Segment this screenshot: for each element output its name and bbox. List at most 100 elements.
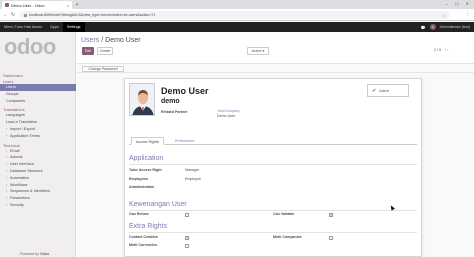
section-application: Application — [129, 155, 164, 162]
breadcrumb-users[interactable]: Users — [81, 37, 99, 44]
sidebar-item-label: Sequences & Identifiers — [10, 189, 51, 194]
topmenu-settings[interactable]: Settings — [62, 22, 85, 32]
form-tabs: Access Rights Preferences — [129, 137, 417, 145]
active-label: Active — [379, 88, 389, 93]
url-text: localhost:8069/web?debug#id=5&view_type=… — [29, 13, 156, 17]
sidebar-item-email[interactable]: › Email — [0, 148, 76, 155]
tutor-access-label: Tutor Access Right — [129, 168, 162, 172]
section-extra-rights: Extra Rights — [129, 223, 168, 230]
browser-menu-icon[interactable]: ⋮ — [465, 12, 470, 17]
sidebar-item-label: Parameters — [10, 196, 30, 201]
browser-tabstrip: Demo User - Odoo × + – ☐ ✕ — [0, 0, 474, 9]
sidebar-item-import-export[interactable]: › Import / Export — [0, 126, 76, 133]
can-validate-checkbox[interactable] — [329, 213, 333, 217]
sidebar-item-load-translation[interactable]: Load a Translation — [0, 119, 76, 126]
tab-preferences[interactable]: Preferences — [171, 137, 198, 145]
pager-value[interactable]: 2 / 9 — [434, 48, 441, 52]
administration-label: Administration — [129, 185, 155, 189]
create-button[interactable]: Create — [97, 47, 113, 55]
employees-select[interactable]: Employee — [185, 177, 201, 181]
check-icon: ✔ — [372, 87, 377, 94]
chat-icon[interactable]: 💬 — [421, 25, 426, 30]
multi-companies-label: Multi Companies — [273, 235, 302, 239]
breadcrumb: Users / Demo User — [81, 37, 141, 44]
sidebar-item-security[interactable]: › Security — [0, 202, 76, 209]
related-partner-name: Demo User — [217, 114, 236, 118]
window-controls[interactable]: – ☐ ✕ — [446, 1, 472, 6]
sidebar-nav: Dashboard Users Users Groups Companies T… — [0, 72, 76, 209]
sidebar-item-label: Application Terms — [10, 133, 40, 138]
sidebar-item-label: Automation — [10, 175, 30, 180]
user-name: Demo User — [161, 86, 209, 96]
section-divider — [129, 210, 417, 211]
user-avatar[interactable]: A — [429, 24, 436, 30]
contact-creation-label: Contact Creation — [129, 235, 158, 239]
section-kewenangan-user: Kewenangan User — [129, 201, 187, 208]
sidebar-item-workflows[interactable]: › Workflows — [0, 182, 76, 189]
edit-button[interactable]: Edit — [82, 47, 94, 55]
tab-access-rights[interactable]: Access Rights — [131, 137, 164, 145]
sidebar-item-users[interactable]: Users — [0, 84, 76, 91]
breadcrumb-current: Demo User — [105, 37, 141, 44]
new-tab-button[interactable]: + — [74, 2, 80, 8]
powered-by[interactable]: Powered by Odoo — [20, 252, 49, 256]
section-divider — [129, 164, 417, 165]
info-icon[interactable] — [24, 13, 27, 17]
breadcrumb-separator: / — [101, 37, 104, 44]
control-panel: Users / Demo User Edit Create Action ▾ 2… — [77, 32, 474, 64]
form-sheet: ✔ Active Demo User demo Related Partner … — [124, 78, 422, 257]
sidebar-item-label: Actions — [10, 155, 23, 160]
user-menu[interactable]: Administrator (test) — [440, 25, 470, 29]
bookmark-star-icon[interactable]: ☆ — [442, 13, 446, 18]
address-bar[interactable]: localhost:8069/web?debug#id=5&view_type=… — [20, 11, 450, 19]
related-partner-value[interactable]: YourCompany Demo User — [217, 109, 240, 119]
user-login: demo — [161, 98, 180, 105]
sidebar-item-label: Workflows — [10, 182, 28, 187]
can-refuse-checkbox[interactable] — [185, 213, 189, 217]
sidebar-item-parameters[interactable]: › Parameters — [0, 195, 76, 202]
can-validate-label: Can Validate — [273, 212, 295, 216]
sidebar: odoo Dashboard Users Users Groups Compan… — [0, 32, 76, 257]
powered-by-label: Powered by — [20, 252, 39, 256]
sidebar-item-user-interface[interactable]: › User Interface — [0, 161, 76, 168]
sidebar-item-groups[interactable]: Groups — [0, 91, 76, 98]
sidebar-item-automation[interactable]: › Automation — [0, 175, 76, 182]
sidebar-item-languages[interactable]: Languages — [0, 112, 76, 119]
sidebar-item-label: Import / Export — [10, 126, 35, 131]
active-toggle-button[interactable]: ✔ Active — [367, 84, 409, 97]
user-photo[interactable] — [129, 83, 155, 116]
pager: 2 / 9 ‹ › — [434, 48, 448, 52]
reload-icon[interactable]: ↻ — [11, 12, 15, 18]
sidebar-item-label: Security — [10, 202, 24, 207]
sidebar-item-sequences[interactable]: › Sequences & Identifiers — [0, 188, 76, 195]
topmenu-apps[interactable]: Apps — [46, 22, 63, 32]
sidebar-item-label: User Interface — [10, 162, 34, 167]
back-icon[interactable]: ← — [3, 12, 8, 18]
change-password-button[interactable]: Change Password — [82, 65, 124, 72]
contact-creation-checkbox[interactable] — [185, 236, 189, 240]
multi-currencies-checkbox[interactable] — [185, 244, 189, 248]
multi-companies-checkbox[interactable] — [329, 236, 333, 240]
tutor-access-select[interactable]: Manager — [185, 168, 199, 172]
topmenu-tutor[interactable]: Menu Tutor Hak Akses — [0, 22, 46, 32]
tab-close-icon[interactable]: × — [67, 3, 69, 8]
browser-tab[interactable]: Demo User - Odoo × — [2, 1, 72, 9]
section-divider — [129, 232, 417, 233]
sidebar-item-database-structure[interactable]: › Database Structure — [0, 168, 76, 175]
action-dropdown[interactable]: Action ▾ — [247, 47, 269, 55]
sidebar-item-label: Database Structure — [10, 168, 43, 173]
sidebar-item-application-terms[interactable]: › Application Terms — [0, 133, 76, 140]
sidebar-item-companies[interactable]: Companies — [0, 98, 76, 105]
browser-tab-title: Demo User - Odoo — [11, 2, 45, 8]
odoo-logo[interactable]: odoo — [4, 36, 56, 58]
powered-by-brand: Odoo — [39, 252, 50, 256]
employees-label: Employees — [129, 177, 148, 181]
user-portrait-icon — [130, 84, 154, 115]
odoo-topbar: Menu Tutor Hak Akses Apps Settings 💬 A A… — [0, 22, 474, 32]
related-partner-label: Related Partner — [161, 110, 188, 114]
form-statusbar: Change Password — [77, 64, 474, 73]
browser-toolbar: ← ↻ localhost:8069/web?debug#id=5&view_t… — [0, 9, 474, 21]
sidebar-item-label: Email — [10, 148, 20, 153]
pager-arrows-icon[interactable]: ‹ › — [445, 48, 448, 52]
sidebar-item-actions[interactable]: › Actions — [0, 154, 76, 161]
